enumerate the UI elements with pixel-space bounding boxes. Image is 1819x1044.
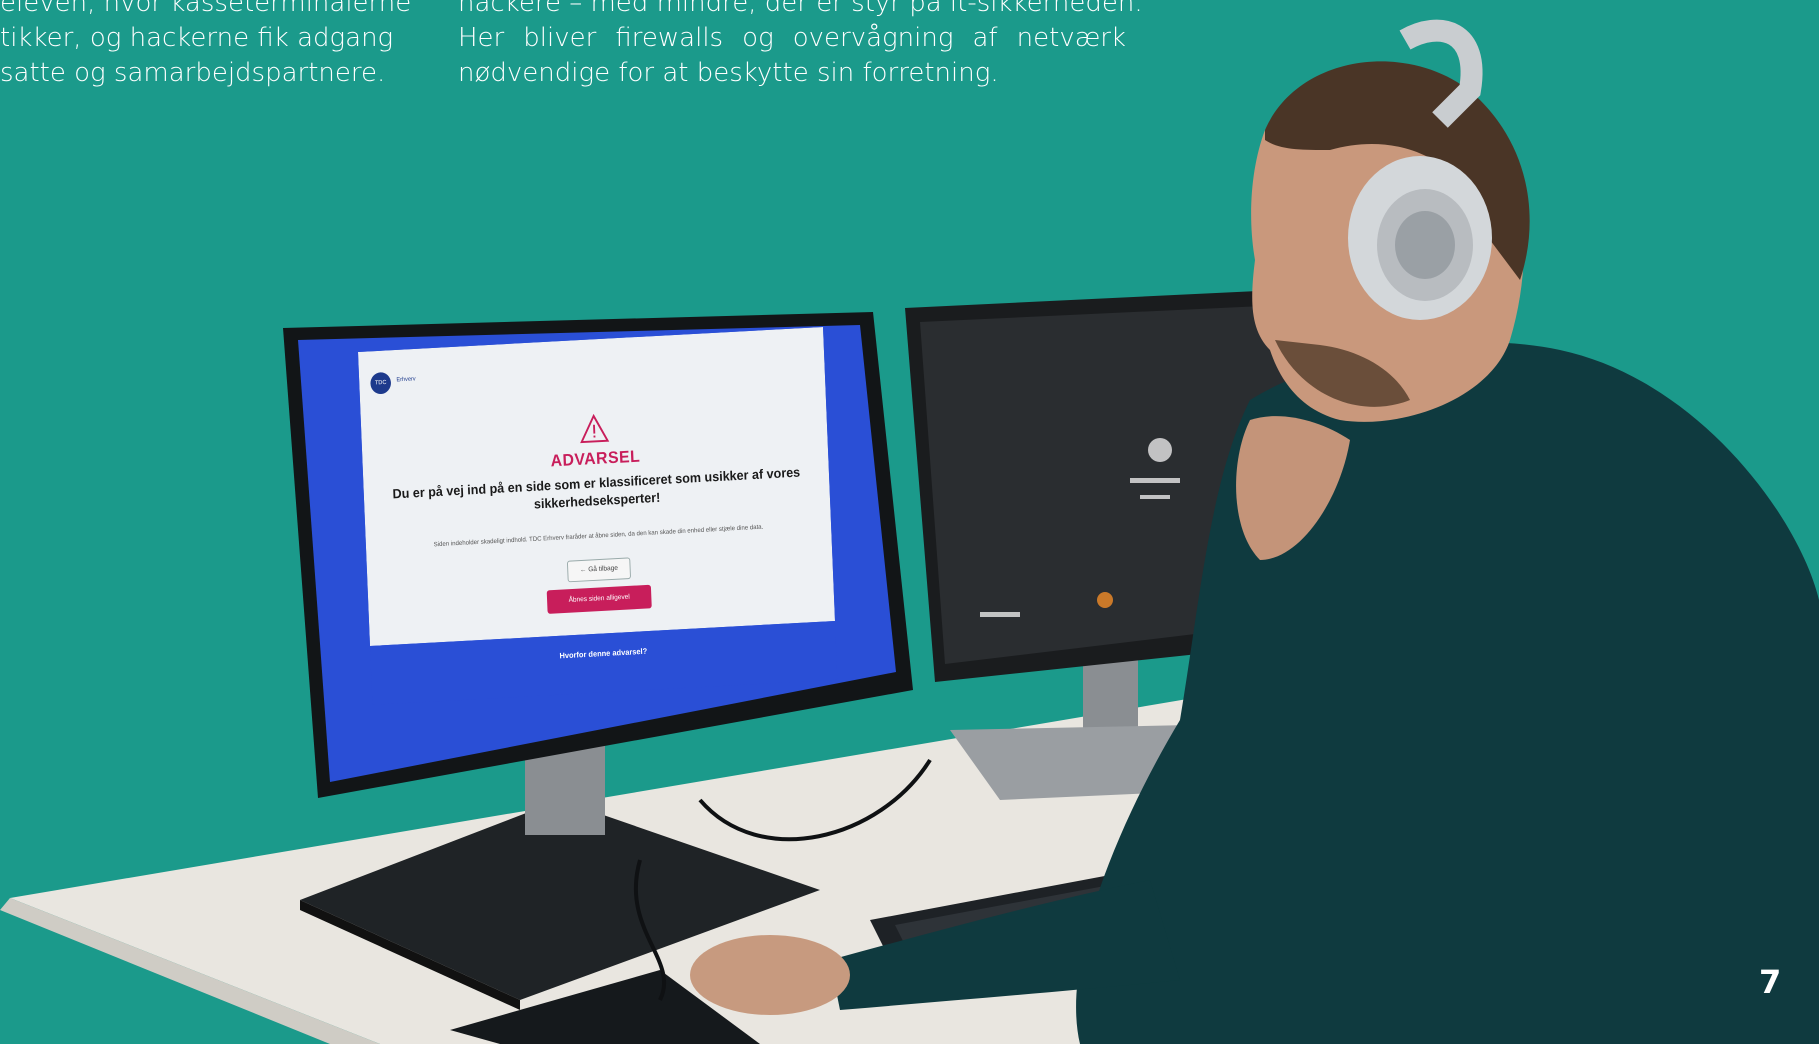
left-screen: TDC Erhverv ADVARSEL Du er på vej ind på…	[358, 327, 838, 705]
page-number: 7	[1759, 963, 1782, 1001]
warning-icon	[580, 413, 610, 444]
office-photo: TDC Erhverv ADVARSEL Du er på vej ind på…	[0, 19, 1819, 1044]
hand	[690, 935, 850, 1015]
page: eleven, hvor kasseterminalerne tikker, o…	[0, 0, 1819, 1044]
back-button[interactable]: ← Gå tilbage	[566, 557, 632, 583]
brand-name: Erhverv	[396, 376, 416, 384]
